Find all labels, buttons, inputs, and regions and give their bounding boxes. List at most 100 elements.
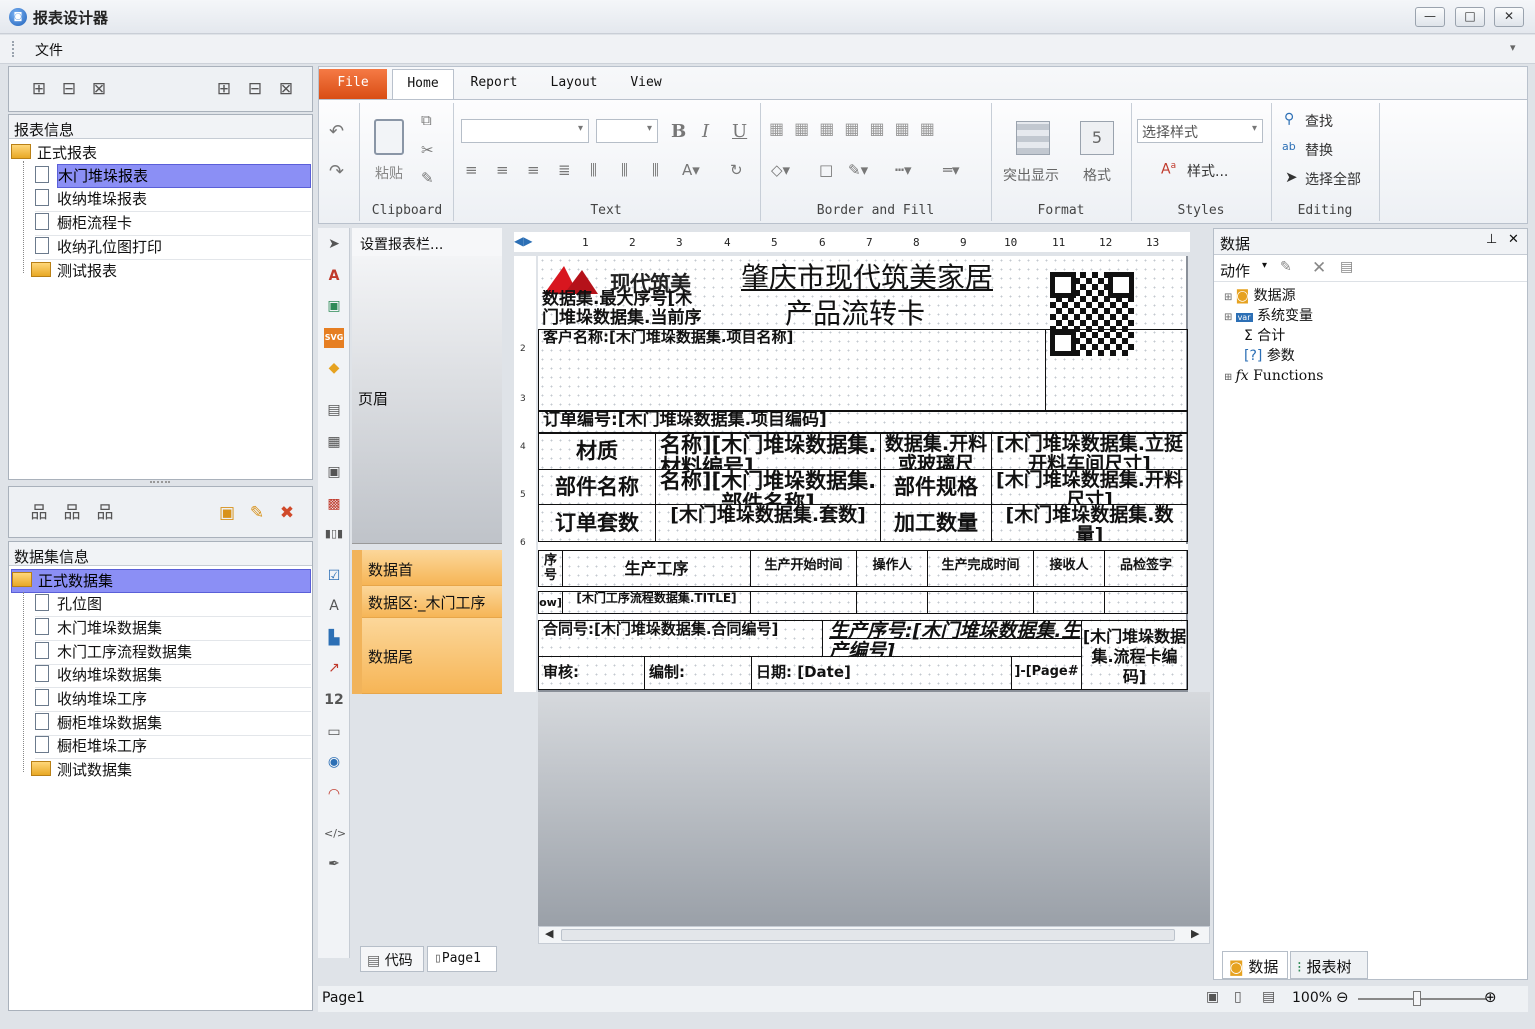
delete-dataset-icon[interactable]: 品 <box>93 501 117 525</box>
view-icon[interactable]: ▤ <box>1340 259 1353 275</box>
pin-icon[interactable]: ⊥ <box>1486 232 1497 247</box>
band-setup-bar[interactable]: 设置报表栏... <box>352 228 502 256</box>
ruler-arrows-icon[interactable]: ◀▶ <box>514 234 532 248</box>
report-item[interactable]: 收纳孔位图打印 <box>35 236 311 260</box>
cell-order-sets-value[interactable]: [木门堆垛数据集.套数] <box>655 504 881 542</box>
col-header-end[interactable]: 生产完成时间 <box>927 550 1034 587</box>
number-tool-icon[interactable]: 12 <box>324 690 344 710</box>
undo-icon[interactable]: ↶ <box>329 121 344 142</box>
scroll-right-icon[interactable]: ▶ <box>1191 927 1199 940</box>
border-width-icon[interactable]: ═▾ <box>943 161 960 179</box>
chart-tool-icon[interactable]: ▙ <box>324 628 344 648</box>
underline-button[interactable]: U <box>732 121 747 142</box>
subreport-tool-icon[interactable]: ▤ <box>324 400 344 420</box>
border-buttons-icon[interactable]: ▦▦▦▦▦▦▦ <box>769 119 945 138</box>
expand-icon[interactable]: ⊞ <box>1224 292 1236 303</box>
chevron-down-icon[interactable]: ▾ <box>1510 41 1516 54</box>
splitter[interactable] <box>150 481 170 484</box>
dataset-item[interactable]: 木门工序流程数据集 <box>35 641 311 665</box>
actions-menu[interactable]: 动作 <box>1220 260 1250 281</box>
order-no-field[interactable]: 订单编号:[木门堆垛数据集.项目编码] <box>538 411 1188 433</box>
minimize-button[interactable]: — <box>1415 7 1445 27</box>
edit-dataset-icon[interactable]: 品 <box>60 501 84 525</box>
copy-icon[interactable]: ⧉ <box>421 111 432 129</box>
zipcode-tool-icon[interactable]: ▭ <box>324 722 344 742</box>
pointer-icon[interactable]: ➤ <box>324 234 344 254</box>
horizontal-scrollbar[interactable]: ◀ ▶ <box>538 926 1210 944</box>
image-tool-icon[interactable]: ▣ <box>324 296 344 316</box>
tab-layout[interactable]: Layout <box>541 69 607 99</box>
close-icon[interactable]: ✕ <box>1508 232 1519 247</box>
tab-page1[interactable]: ▯Page1 <box>427 946 497 972</box>
expand-icon[interactable]: ⊞ <box>1224 312 1236 323</box>
dataset-test-folder[interactable]: 测试数据集 <box>31 759 132 783</box>
text-tool-icon[interactable]: A <box>324 266 344 286</box>
cell-cut-size-value[interactable]: [木门堆垛数据集.立挺开料车间尺寸] <box>991 433 1188 470</box>
report-item[interactable]: 收纳堆垛报表 <box>35 188 311 212</box>
crosstab-tool-icon[interactable]: ▣ <box>324 462 344 482</box>
zoom-out-icon[interactable]: ⊖ <box>1336 988 1349 1006</box>
edit-item-icon[interactable]: ⊟ <box>243 77 267 101</box>
shape-tool-icon[interactable]: ◆ <box>324 358 344 378</box>
find-button[interactable]: 查找 <box>1305 111 1333 131</box>
dataset-item[interactable]: 收纳堆垛工序 <box>35 688 311 712</box>
cell-part-spec-value[interactable]: [木门堆垛数据集.开料尺寸] <box>991 469 1188 505</box>
chevron-down-icon[interactable]: ▾ <box>1262 260 1267 271</box>
add-field-icon[interactable]: ▣ <box>215 501 239 525</box>
valign-middle-icon[interactable]: ⫼ <box>621 161 628 179</box>
col-header-process[interactable]: 生产工序 <box>562 550 751 587</box>
dataset-item[interactable]: 橱柜堆垛工序 <box>35 735 311 759</box>
dataset-item[interactable]: 孔位图 <box>35 593 311 617</box>
row-process-cell[interactable]: [木门工序流程数据集.TITLE] <box>562 591 751 614</box>
align-left-icon[interactable]: ≡ <box>465 161 478 179</box>
tab-home[interactable]: Home <box>392 69 454 99</box>
cellular-tool-icon[interactable]: ▩ <box>324 494 344 514</box>
dataset-item[interactable]: 木门堆垛数据集 <box>35 617 311 641</box>
band-data-footer[interactable]: 数据尾 <box>362 618 502 694</box>
replace-button[interactable]: 替换 <box>1305 140 1333 160</box>
highlight-button[interactable]: 突出显示 <box>1003 165 1059 185</box>
cell-part-name-label[interactable]: 部件名称 <box>538 469 656 505</box>
row-qc-cell[interactable] <box>1104 591 1188 614</box>
barcode-tool-icon[interactable]: ▮▯▮ <box>324 524 344 544</box>
contract-field[interactable]: 合同号:[木门堆垛数据集.合同编号] <box>538 620 823 657</box>
edit-report-icon[interactable]: ⊟ <box>57 77 81 101</box>
tab-file[interactable]: File <box>319 69 387 99</box>
card-code-field[interactable]: [木门堆垛数据集.流程卡编码] <box>1081 620 1188 690</box>
band-page-header[interactable]: 页眉 <box>352 256 502 544</box>
zoom-in-icon[interactable]: ⊕ <box>1484 988 1497 1006</box>
style-select-combo[interactable]: 选择样式 ▾ <box>1137 119 1263 143</box>
fill-color-icon[interactable]: ◇▾ <box>771 161 790 179</box>
cell-material-label[interactable]: 材质 <box>538 433 656 470</box>
prod-no-field[interactable]: 生产序号:[木门堆垛数据集.生产编号] <box>822 620 1082 657</box>
dataset-item[interactable]: 收纳堆垛数据集 <box>35 664 311 688</box>
border-color-icon[interactable]: ✎▾ <box>848 161 868 179</box>
row-seq-cell[interactable]: ow] <box>538 591 563 614</box>
tree-functions[interactable]: ⊞ fx Functions <box>1224 365 1323 389</box>
add-item-icon[interactable]: ⊞ <box>212 77 236 101</box>
align-right-icon[interactable]: ≡ <box>527 161 540 179</box>
delete-item-icon[interactable]: ⊠ <box>274 77 298 101</box>
add-report-icon[interactable]: ⊞ <box>27 77 51 101</box>
dataset-root[interactable]: 正式数据集 <box>11 569 311 593</box>
font-color-icon[interactable]: A▾ <box>682 161 700 179</box>
customer-field[interactable]: 客户名称:[木门堆垛数据集.项目名称] <box>538 329 1046 411</box>
report-test-folder[interactable]: 测试报表 <box>31 260 117 284</box>
format-button[interactable]: 格式 <box>1083 165 1111 185</box>
prepared-field[interactable]: 编制: <box>644 656 752 690</box>
cell-cut-size-label[interactable]: 数据集.开料或玻璃尺 <box>880 433 992 470</box>
font-size-combo[interactable]: ▾ <box>596 119 658 143</box>
delete-report-icon[interactable]: ⊠ <box>87 77 111 101</box>
select-all-button[interactable]: 选择全部 <box>1305 169 1361 189</box>
band-data-header[interactable]: 数据首 <box>362 550 502 586</box>
date-field[interactable]: 日期: [Date] <box>751 656 1012 690</box>
valign-bottom-icon[interactable]: ⫼ <box>652 161 659 179</box>
italic-button[interactable]: I <box>702 121 709 142</box>
row-receiver-cell[interactable] <box>1033 591 1105 614</box>
col-header-start[interactable]: 生产开始时间 <box>750 550 857 587</box>
map-tool-icon[interactable]: ◉ <box>324 752 344 772</box>
audit-field[interactable]: 审核: <box>538 656 645 690</box>
col-header-receiver[interactable]: 接收人 <box>1033 550 1105 587</box>
report-item[interactable]: 木门堆垛报表 <box>57 164 311 188</box>
tab-data[interactable]: ◙ 数据 <box>1222 951 1288 979</box>
